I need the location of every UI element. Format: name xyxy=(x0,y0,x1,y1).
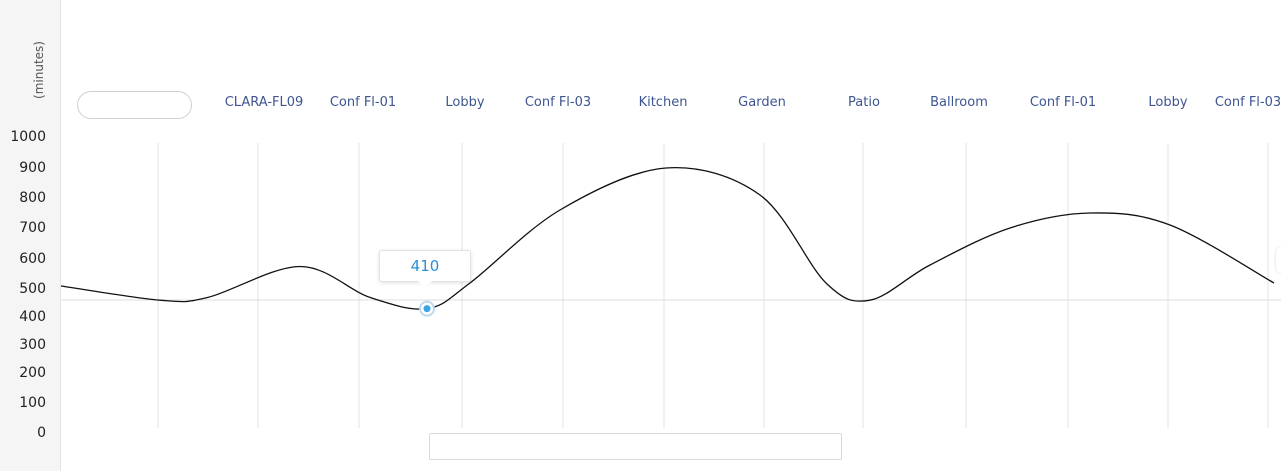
series-line xyxy=(60,166,1275,310)
value-tooltip: 410 xyxy=(379,250,471,288)
tooltip-value: 410 xyxy=(410,257,440,275)
line-chart xyxy=(60,143,1281,428)
highlight-marker-dot xyxy=(423,305,431,313)
grid-lines xyxy=(157,143,1269,428)
range-scrollbar[interactable] xyxy=(429,433,842,460)
highlight-marker-group xyxy=(419,300,435,317)
scroll-next-handle[interactable] xyxy=(1276,247,1281,273)
